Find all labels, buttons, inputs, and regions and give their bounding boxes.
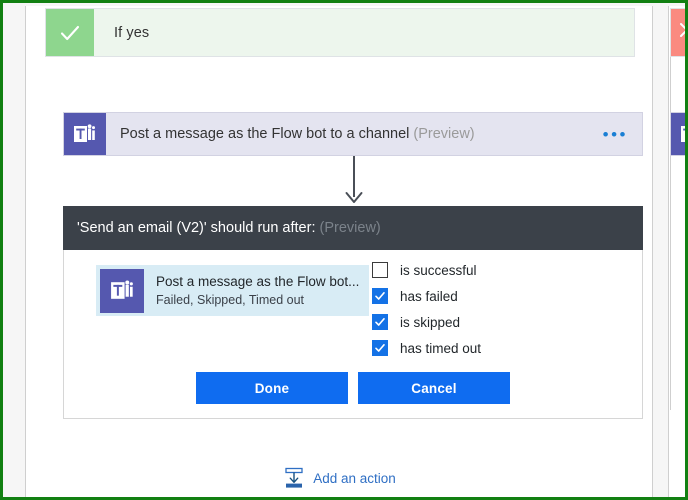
scope-header-if-no[interactable] xyxy=(670,8,685,57)
status-option-is-successful[interactable]: is successful xyxy=(372,258,602,282)
microsoft-teams-icon xyxy=(64,113,106,155)
run-after-status-list: is successful has failed is skipped has … xyxy=(372,258,602,362)
add-an-action-button[interactable]: Add an action xyxy=(45,467,635,489)
scope-body: Post a message as the Flow bot to a chan… xyxy=(45,57,643,497)
run-after-header-text: 'Send an email (V2)' should run after: (… xyxy=(77,220,381,236)
ellipsis-icon[interactable]: ••• xyxy=(595,126,642,143)
checkbox-checked-icon[interactable] xyxy=(372,340,388,356)
dependency-card-title: Post a message as the Flow bot... xyxy=(156,274,360,289)
scope-header-if-yes[interactable]: If yes xyxy=(45,8,635,57)
dependency-card-texts: Post a message as the Flow bot... Failed… xyxy=(144,274,359,307)
cancel-button[interactable]: Cancel xyxy=(358,372,510,404)
dependency-card-statuses: Failed, Skipped, Timed out xyxy=(156,293,304,307)
dependency-card[interactable]: Post a message as the Flow bot... Failed… xyxy=(96,265,369,316)
status-option-has-failed[interactable]: has failed xyxy=(372,284,602,308)
checkbox-checked-icon[interactable] xyxy=(372,314,388,330)
down-arrow-icon xyxy=(343,156,365,206)
status-option-label: has timed out xyxy=(400,340,482,356)
microsoft-teams-icon xyxy=(100,268,144,313)
screenshot-capture-frame: If yes Post a message as the Flow bot to… xyxy=(0,0,688,500)
done-button[interactable]: Done xyxy=(196,372,348,404)
action-card-preview-tag: (Preview) xyxy=(413,126,475,142)
action-card-title: Post a message as the Flow bot to a chan… xyxy=(120,126,410,142)
status-option-is-skipped[interactable]: is skipped xyxy=(372,310,602,334)
status-option-label: is skipped xyxy=(400,314,461,330)
run-after-title: 'Send an email (V2)' should run after: xyxy=(77,220,316,236)
status-option-label: is successful xyxy=(400,262,477,278)
status-option-label: has failed xyxy=(400,288,458,304)
checkbox-checked-icon[interactable] xyxy=(372,288,388,304)
run-after-header: 'Send an email (V2)' should run after: (… xyxy=(63,206,643,250)
scope-title: If yes xyxy=(114,24,150,41)
insert-below-icon xyxy=(284,467,304,489)
status-option-has-timed-out[interactable]: has timed out xyxy=(372,336,602,360)
cross-icon xyxy=(675,18,685,47)
run-after-dialog-buttons: Done Cancel xyxy=(64,372,642,404)
flow-designer-panel: If yes Post a message as the Flow bot to… xyxy=(25,6,653,497)
run-after-config-body: Post a message as the Flow bot... Failed… xyxy=(63,250,643,419)
adjacent-branch-panel xyxy=(668,6,685,497)
action-card-label: Post a message as the Flow bot to a chan… xyxy=(106,126,595,142)
adjacent-action-card[interactable] xyxy=(670,112,685,156)
microsoft-teams-icon xyxy=(671,113,685,155)
action-card-post-message[interactable]: Post a message as the Flow bot to a chan… xyxy=(63,112,643,156)
checkmark-icon xyxy=(46,9,94,56)
adjacent-branch-body xyxy=(670,57,685,410)
run-after-preview-tag: (Preview) xyxy=(319,220,381,236)
checkbox-unchecked-icon[interactable] xyxy=(372,262,388,278)
add-an-action-label: Add an action xyxy=(313,470,396,486)
